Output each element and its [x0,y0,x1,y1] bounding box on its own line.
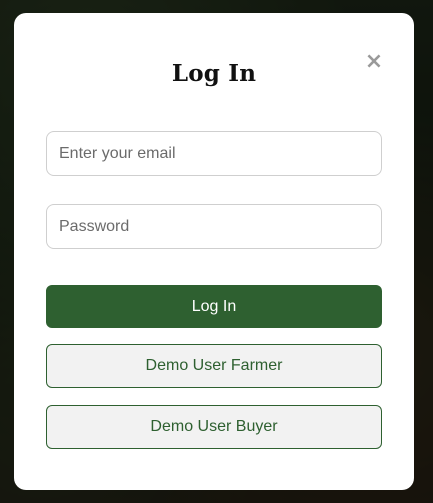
modal-title: Log In [171,60,257,87]
email-field[interactable] [46,131,382,176]
demo-user-buyer-button[interactable]: Demo User Buyer [46,405,382,449]
login-modal: × Log In Log In Demo User Farmer Demo Us… [14,13,414,490]
password-field[interactable] [46,204,382,249]
login-button[interactable]: Log In [46,285,382,328]
demo-user-farmer-button[interactable]: Demo User Farmer [46,344,382,388]
